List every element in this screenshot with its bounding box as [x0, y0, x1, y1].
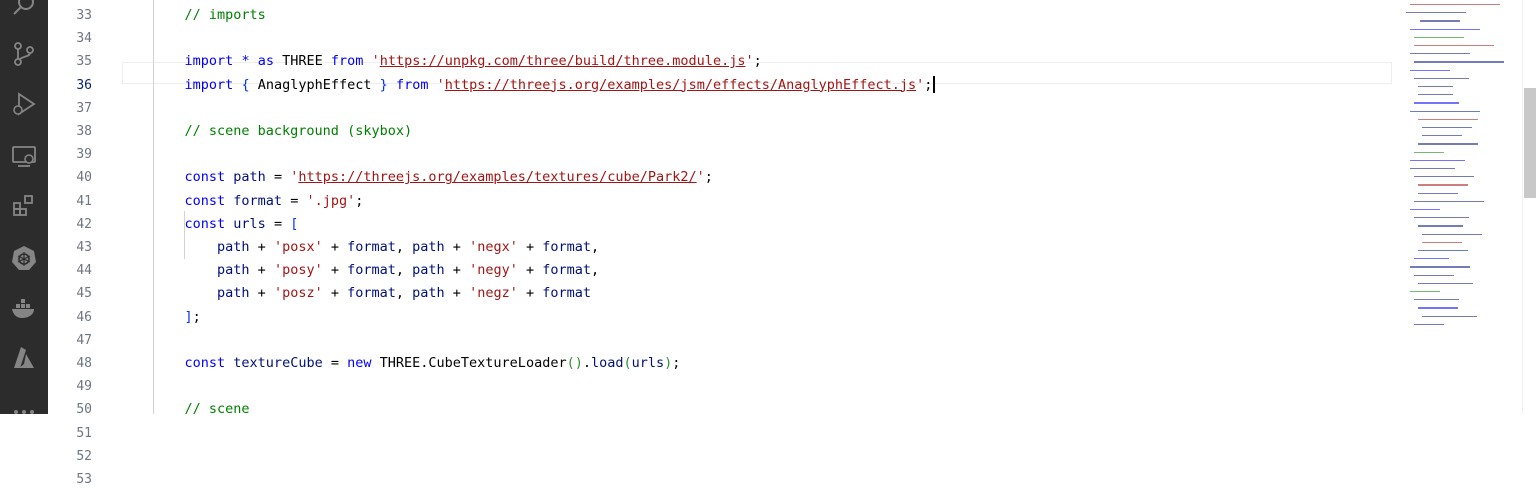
code-line[interactable]: import { AnaglyphEffect } from 'https://…	[152, 74, 936, 97]
code-line[interactable]: // scene	[152, 398, 250, 414]
minimap-line	[1414, 176, 1474, 178]
line-number: 50	[76, 402, 92, 418]
minimap-line	[1418, 282, 1473, 284]
line-number: 51	[76, 425, 92, 441]
line-number: 38	[76, 124, 92, 139]
activity-bar	[0, 0, 48, 414]
code-line[interactable]: path + 'posx' + format, path + 'negx' + …	[152, 236, 599, 259]
source-control-icon[interactable]	[8, 38, 40, 70]
minimap-line	[1406, 12, 1466, 14]
line-number: 48	[76, 356, 92, 371]
minimap-line	[1422, 233, 1482, 235]
minimap-line	[1410, 28, 1480, 30]
code-line[interactable]: const textureCube = new THREE.CubeTextur…	[152, 352, 681, 375]
minimap-line	[1410, 209, 1440, 211]
line-number: 35	[76, 54, 92, 70]
vertical-scrollbar[interactable]	[1522, 0, 1536, 414]
code-line[interactable]: // scene background (skybox)	[152, 120, 413, 143]
minimap-line	[1420, 20, 1460, 22]
extensions-icon[interactable]	[8, 190, 40, 222]
minimap-line	[1410, 168, 1455, 170]
minimap-line	[1414, 217, 1469, 219]
code-line[interactable]: import * as THREE from 'https://unpkg.co…	[152, 50, 762, 73]
minimap-line	[1418, 192, 1458, 194]
remote-explorer-icon[interactable]	[8, 140, 40, 172]
minimap-line	[1422, 127, 1472, 129]
minimap-line	[1414, 77, 1469, 79]
minimap-line	[1418, 225, 1463, 227]
minimap-line	[1418, 118, 1478, 120]
scrollbar-thumb[interactable]	[1524, 88, 1536, 198]
code-line[interactable]: const format = '.jpg';	[152, 190, 364, 213]
code-line[interactable]: path + 'posy' + format, path + 'negy' + …	[152, 259, 599, 282]
kubernetes-icon[interactable]	[8, 242, 40, 274]
minimap-line	[1410, 53, 1470, 55]
line-number: 45	[76, 286, 92, 302]
search-icon[interactable]	[8, 0, 40, 22]
text-cursor	[933, 76, 936, 94]
line-number: 49	[76, 379, 92, 395]
azure-icon[interactable]	[8, 342, 40, 374]
line-number: 43	[76, 240, 92, 255]
line-number: 46	[76, 309, 92, 325]
minimap-line	[1414, 200, 1484, 202]
line-number-gutter: 33 34 35 36 37 38 39 40 41 42 43 44 45 46 47 48 49 50 51 52…	[48, 0, 120, 487]
minimap-line	[1414, 36, 1464, 38]
line-number: 42	[76, 216, 92, 232]
minimap-line	[1414, 102, 1459, 104]
line-number: 47	[76, 332, 92, 348]
line-number: 52	[76, 448, 92, 464]
minimap-line	[1418, 250, 1468, 252]
code-line[interactable]: const urls = [	[152, 213, 299, 236]
minimap-line	[1410, 4, 1500, 6]
minimap-line	[1414, 299, 1459, 301]
line-number: 41	[76, 193, 92, 209]
minimap-line	[1414, 61, 1504, 63]
more-icon[interactable]	[8, 392, 40, 424]
line-number: 44	[76, 263, 92, 279]
minimap-line	[1418, 143, 1478, 145]
code-editor[interactable]: // imports import * as THREE from 'https…	[122, 0, 1392, 414]
line-number: 39	[76, 147, 92, 163]
code-line[interactable]: const path = 'https://threejs.org/exampl…	[152, 166, 713, 189]
minimap-line	[1422, 135, 1462, 137]
minimap[interactable]	[1392, 0, 1522, 414]
line-number: 53	[76, 472, 92, 487]
code-line[interactable]: path + 'posz' + format, path + 'negz' + …	[152, 282, 591, 305]
minimap-line	[1414, 151, 1444, 153]
minimap-line	[1414, 258, 1449, 260]
run-debug-icon[interactable]	[8, 88, 40, 120]
minimap-line	[1410, 291, 1440, 293]
minimap-line	[1414, 323, 1444, 325]
line-number: 37	[76, 100, 92, 116]
docker-icon[interactable]	[8, 292, 40, 324]
code-line[interactable]: ];	[152, 306, 201, 329]
minimap-line	[1410, 159, 1465, 161]
minimap-line	[1414, 274, 1454, 276]
minimap-line	[1418, 184, 1468, 186]
minimap-line	[1422, 241, 1462, 243]
line-number: 36	[76, 77, 92, 93]
line-number: 33	[76, 8, 92, 23]
minimap-line	[1414, 45, 1494, 47]
minimap-line	[1418, 307, 1458, 309]
minimap-line	[1410, 69, 1450, 71]
minimap-line	[1410, 110, 1480, 112]
line-number: 40	[76, 170, 92, 186]
minimap-line	[1418, 94, 1453, 96]
minimap-line	[1410, 266, 1470, 268]
line-number: 34	[76, 31, 92, 47]
minimap-line	[1418, 86, 1453, 88]
code-line[interactable]: // imports	[152, 4, 266, 27]
minimap-line	[1422, 315, 1477, 317]
